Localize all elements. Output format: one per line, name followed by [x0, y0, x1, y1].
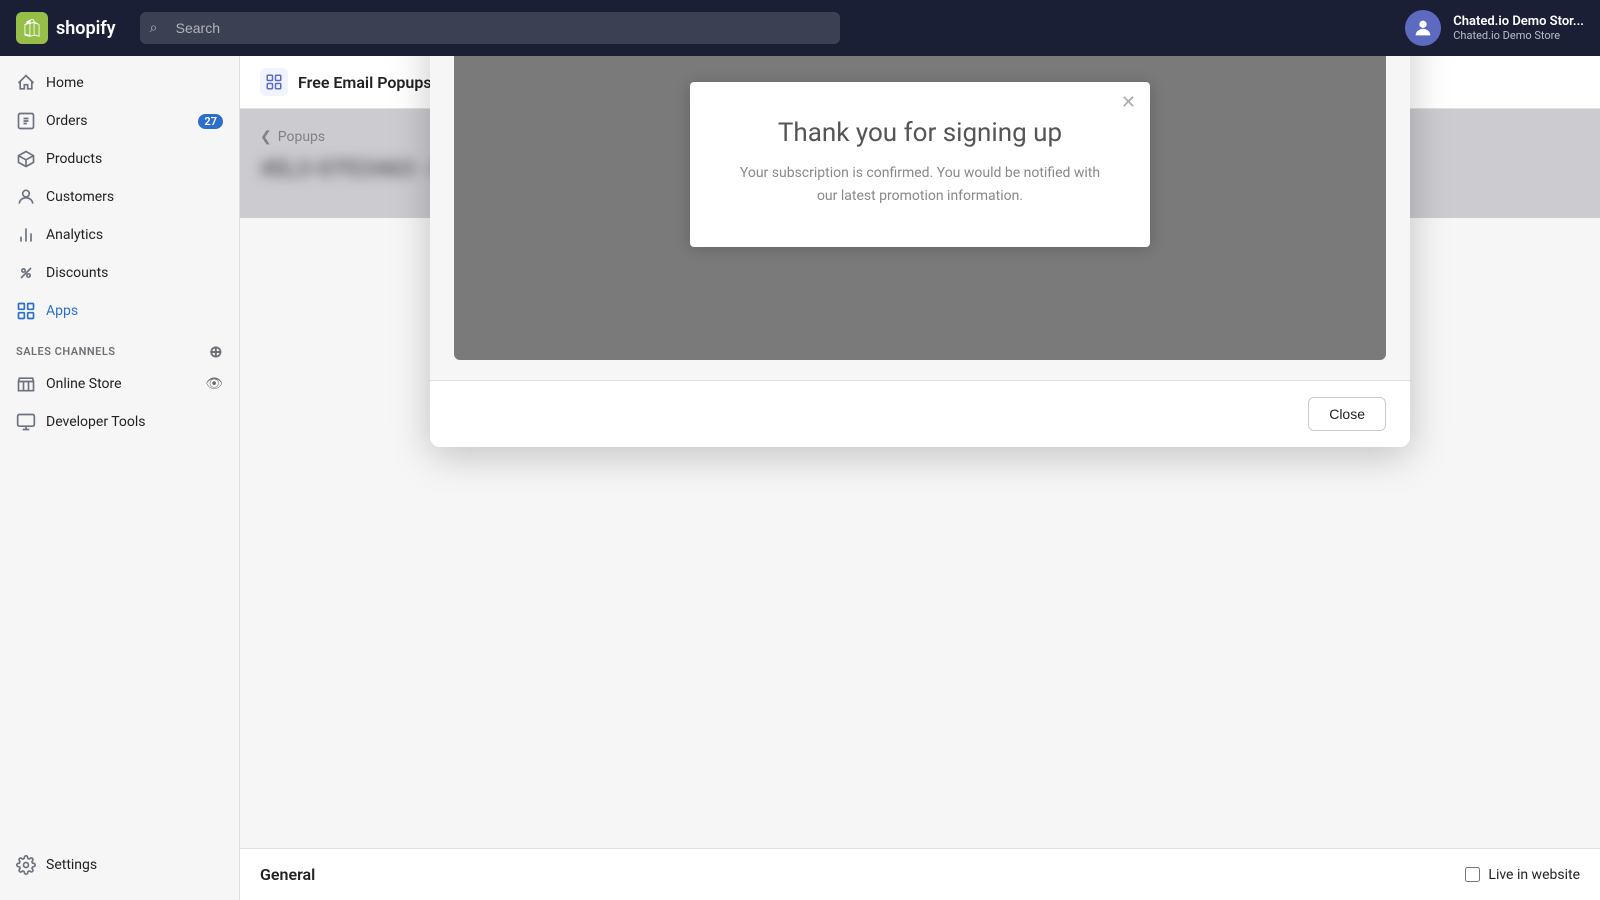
sidebar-item-settings-label: Settings: [46, 857, 97, 873]
general-section: General Live in website: [240, 848, 1600, 900]
analytics-icon: [16, 225, 36, 245]
search-icon: ⌕: [150, 20, 158, 36]
topnav: shopify ⌕ Chated.io Demo Stor... Chated.…: [0, 0, 1600, 56]
app-header-icon: [260, 68, 288, 96]
orders-badge: 27: [198, 114, 223, 129]
store-info: Chated.io Demo Stor... Chated.io Demo St…: [1453, 14, 1584, 42]
products-icon: [16, 149, 36, 169]
discounts-icon: [16, 263, 36, 283]
settings-section: Settings: [0, 846, 240, 884]
avatar[interactable]: [1405, 10, 1441, 46]
inner-popup-title: Thank you for signing up: [730, 118, 1110, 148]
sidebar-item-analytics-label: Analytics: [46, 227, 103, 243]
sidebar-item-apps-label: Apps: [46, 303, 78, 319]
store-name: Chated.io Demo Stor...: [1453, 14, 1584, 29]
modal-footer: Close: [430, 380, 1410, 447]
sidebar-item-settings[interactable]: Settings: [0, 846, 240, 884]
shopify-logo-icon: [16, 12, 48, 44]
sidebar-item-orders[interactable]: Orders 27: [0, 102, 239, 140]
developer-tools-icon: [16, 412, 36, 432]
sidebar-item-developer-tools[interactable]: Developer Tools: [0, 403, 239, 441]
sidebar-item-customers-label: Customers: [46, 189, 114, 205]
sidebar-item-orders-label: Orders: [46, 113, 88, 129]
add-channel-icon[interactable]: ⊕: [209, 342, 223, 361]
search-bar[interactable]: ⌕: [140, 12, 840, 44]
sidebar-item-developer-tools-label: Developer Tools: [46, 414, 146, 430]
sidebar: Home Orders 27 Products Customers Anal: [0, 0, 240, 900]
sidebar-item-home-label: Home: [46, 75, 84, 91]
sidebar-item-online-store[interactable]: Online Store 👁: [0, 365, 239, 403]
sidebar-item-customers[interactable]: Customers: [0, 178, 239, 216]
store-sub: Chated.io Demo Store: [1453, 29, 1584, 42]
sidebar-item-apps[interactable]: Apps: [0, 292, 239, 330]
sidebar-item-products[interactable]: Products: [0, 140, 239, 178]
preview-modal: Preview × ✕ Thank you for signing up You…: [430, 0, 1410, 447]
eye-icon[interactable]: 👁: [205, 376, 223, 392]
sidebar-item-products-label: Products: [46, 151, 102, 167]
inner-popup: ✕ Thank you for signing up Your subscrip…: [690, 82, 1150, 247]
live-website-label: Live in website: [1488, 867, 1580, 883]
sales-channels-label: SALES CHANNELS: [16, 345, 116, 358]
sidebar-item-home[interactable]: Home: [0, 64, 239, 102]
search-input[interactable]: [140, 12, 840, 44]
topnav-right: Chated.io Demo Stor... Chated.io Demo St…: [1405, 10, 1584, 46]
sidebar-item-online-store-label: Online Store: [46, 376, 122, 392]
inner-popup-close-icon[interactable]: ✕: [1121, 94, 1136, 112]
logo[interactable]: shopify: [16, 12, 116, 44]
modal-body: ✕ Thank you for signing up Your subscrip…: [430, 0, 1410, 380]
orders-icon: [16, 111, 36, 131]
sales-channels-section: SALES CHANNELS ⊕: [0, 330, 239, 365]
customers-icon: [16, 187, 36, 207]
online-store-icon: [16, 374, 36, 394]
main-body: ❮ Popups #EL3-07f23463 - 03503-b-53-b Pr…: [240, 109, 1600, 218]
inner-popup-body: Your subscription is confirmed. You woul…: [730, 162, 1110, 207]
logo-text: shopify: [56, 18, 116, 39]
settings-icon: [16, 855, 36, 875]
live-website-container: Live in website: [1465, 867, 1580, 883]
sidebar-nav: Home Orders 27 Products Customers Anal: [0, 56, 239, 449]
general-label: General: [260, 865, 315, 884]
modal-footer-close-button[interactable]: Close: [1308, 397, 1386, 431]
sidebar-item-analytics[interactable]: Analytics: [0, 216, 239, 254]
apps-icon: [16, 301, 36, 321]
main-content: Free Email Popups by Chated.io ❮ Popups …: [240, 0, 1600, 900]
live-website-checkbox[interactable]: [1465, 867, 1480, 882]
sidebar-item-discounts[interactable]: Discounts: [0, 254, 239, 292]
sidebar-item-discounts-label: Discounts: [46, 265, 108, 281]
home-icon: [16, 73, 36, 93]
